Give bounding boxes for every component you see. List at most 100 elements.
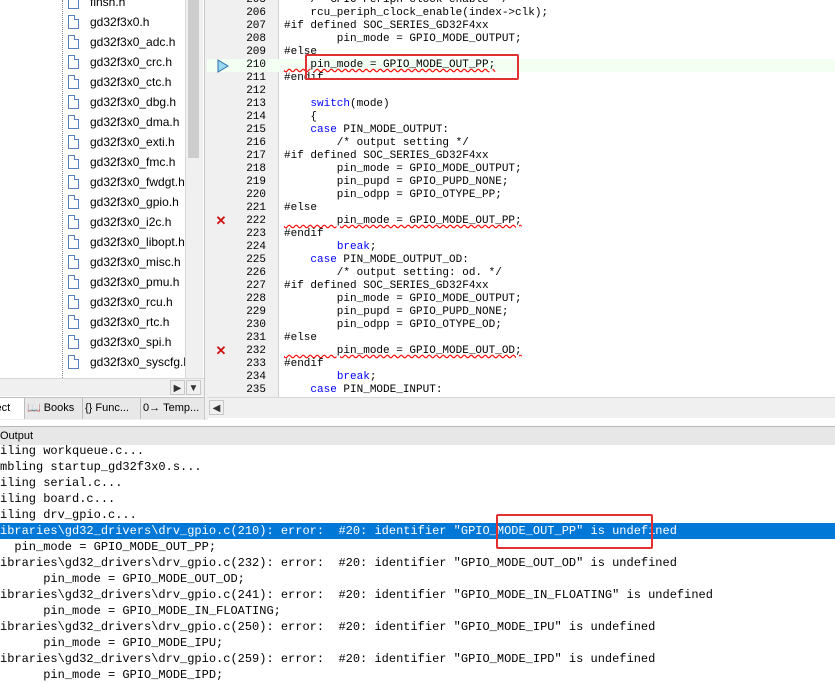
output-line[interactable]: pin_mode = GPIO_MODE_OUT_PP; [0,539,835,555]
output-line[interactable]: mbling startup_gd32f3x0.s... [0,459,835,475]
tree-item-file[interactable]: gd32f3x0_dbg.h [68,92,198,112]
code-line[interactable]: 232 pin_mode = GPIO_MODE_OUT_OD; [207,345,835,358]
tab-functions[interactable]: {} Func... [83,398,141,419]
tree-item-file[interactable]: gd32f3x0_crc.h [68,52,198,72]
code-line[interactable]: 220 pin_odpp = GPIO_OTYPE_PP; [207,189,835,202]
tree-item-file[interactable]: gd32f3x0_pmu.h [68,272,198,292]
code-text: switch(mode) [310,98,390,110]
code-text: pin_odpp = GPIO_OTYPE_PP; [284,189,502,201]
scroll-down-arrow-icon[interactable]: ▼ [186,380,201,395]
output-line[interactable]: pin_mode = GPIO_MODE_IN_FLOATING; [0,603,835,619]
code-line[interactable]: 231 #else [207,332,835,345]
line-number: 211 [246,72,266,84]
header-file-icon [68,0,79,9]
header-file-icon [68,255,79,269]
code-text: case PIN_MODE_INPUT: [310,384,443,396]
tree-item-file[interactable]: gd32f3x0_rtc.h [68,312,198,332]
scroll-right-arrow-icon[interactable]: ▶ [170,380,185,395]
line-number: 216 [246,137,266,149]
code-line[interactable]: 235 case PIN_MODE_INPUT: [207,384,835,397]
build-output[interactable]: iling workqueue.c... mbling startup_gd32f… [0,445,835,683]
output-line[interactable]: iling board.c... [0,491,835,507]
code-line[interactable]: 222 pin_mode = GPIO_MODE_OUT_PP; [207,215,835,228]
error-marker-icon: ✕ [215,213,227,228]
output-line[interactable]: ibraries\gd32_drivers\drv_gpio.c(241): e… [0,587,835,603]
line-number: 207 [246,20,266,32]
code-line[interactable]: 206 rcu_periph_clock_enable(index->clk); [207,7,835,20]
code-line[interactable]: 214 { [207,111,835,124]
code-line[interactable]: 216 /* output setting */ [207,137,835,150]
code-line[interactable]: 211 #endif [207,72,835,85]
code-text: pin_odpp = GPIO_OTYPE_OD; [284,319,502,331]
code-line[interactable]: 215 case PIN_MODE_OUTPUT: [207,124,835,137]
tree-item-file[interactable]: gd32f3x0.h [68,12,198,32]
tree-item-file[interactable]: gd32f3x0_syscfg.h [68,352,198,372]
tree-item-file[interactable]: gd32f3x0_ctc.h [68,72,198,92]
tree-item-file[interactable]: gd32f3x0_adc.h [68,32,198,52]
code-line[interactable]: 219 pin_pupd = GPIO_PUPD_NONE; [207,176,835,189]
editor-horizontal-scrollbar[interactable]: ◀ [207,397,835,418]
code-line[interactable]: 207 #if defined SOC_SERIES_GD32F4xx [207,20,835,33]
code-line[interactable]: 212 [207,85,835,98]
code-line[interactable]: 229 pin_pupd = GPIO_PUPD_NONE; [207,306,835,319]
code-line[interactable]: 228 pin_mode = GPIO_MODE_OUTPUT; [207,293,835,306]
output-line[interactable]: ibraries\gd32_drivers\drv_gpio.c(232): e… [0,555,835,571]
tree-item-file[interactable]: gd32f3x0_libopt.h [68,232,198,252]
code-line[interactable]: 226 /* output setting: od. */ [207,267,835,280]
code-line[interactable]: 213 switch(mode) [207,98,835,111]
code-text: pin_mode = GPIO_MODE_OUTPUT; [284,293,522,305]
code-line[interactable]: 234 break; [207,371,835,384]
line-number: 225 [246,254,266,266]
code-line[interactable]: 208 pin_mode = GPIO_MODE_OUTPUT; [207,33,835,46]
tree-item-file[interactable]: gd32f3x0_spi.h [68,332,198,352]
code-line[interactable]: 210 pin_mode = GPIO_MODE_OUT_PP; [207,59,835,72]
line-number: 210 [246,59,266,71]
code-line[interactable]: 205 /* GPIO Periph clock enable */ [207,0,835,7]
project-tree-horizontal-scrollbar[interactable]: ▶ ▼ [0,378,205,396]
project-tree-scroll-thumb[interactable] [188,0,199,158]
output-line[interactable]: iling workqueue.c... [0,445,835,459]
tree-item-file[interactable]: gd32f3x0_fwdgt.h [68,172,198,192]
tree-item-file[interactable]: gd32f3x0_fmc.h [68,152,198,172]
output-line[interactable]: ibraries\gd32_drivers\drv_gpio.c(250): e… [0,619,835,635]
tree-item-file[interactable]: gd32f3x0_misc.h [68,252,198,272]
output-line[interactable]: ibraries\gd32_drivers\drv_gpio.c(210): e… [0,523,835,539]
tab-project[interactable]: Project [0,398,25,419]
code-line[interactable]: 225 case PIN_MODE_OUTPUT_OD: [207,254,835,267]
code-text: case PIN_MODE_OUTPUT_OD: [310,254,469,266]
output-line[interactable]: iling serial.c... [0,475,835,491]
header-file-icon [68,335,79,349]
output-line[interactable]: iling drv_gpio.c... [0,507,835,523]
line-number: 228 [246,293,266,305]
tree-item-file[interactable]: gd32f3x0_gpio.h [68,192,198,212]
line-number: 217 [246,150,266,162]
project-tree[interactable]: finsh.h gd32f3x0.h gd32f3x0_adc.h gd32f3x0_… [0,0,205,378]
scroll-left-arrow-icon[interactable]: ◀ [209,400,224,415]
output-line[interactable]: pin_mode = GPIO_MODE_IPD; [0,667,835,683]
output-line[interactable]: pin_mode = GPIO_MODE_IPU; [0,635,835,651]
code-line[interactable]: 209 #else [207,46,835,59]
code-line[interactable]: 230 pin_odpp = GPIO_OTYPE_OD; [207,319,835,332]
code-line[interactable]: 224 break; [207,241,835,254]
tab-books[interactable]: 📖 Books [25,398,83,419]
code-text: break; [336,371,377,383]
templates-icon: 0→ [143,402,161,414]
code-line[interactable]: 218 pin_mode = GPIO_MODE_OUTPUT; [207,163,835,176]
output-line[interactable]: ibraries\gd32_drivers\drv_gpio.c(259): e… [0,651,835,667]
tree-item-file[interactable]: finsh.h [68,0,198,12]
tree-item-file[interactable]: gd32f3x0_rcu.h [68,292,198,312]
output-line[interactable]: pin_mode = GPIO_MODE_OUT_OD; [0,571,835,587]
error-marker-icon: ✕ [215,343,227,358]
code-line[interactable]: 223 #endif [207,228,835,241]
code-line[interactable]: 233 #endif [207,358,835,371]
tree-item-file[interactable]: gd32f3x0_dma.h [68,112,198,132]
line-number: 233 [246,358,266,370]
code-line[interactable]: 217 #if defined SOC_SERIES_GD32F4xx [207,150,835,163]
tree-item-label: gd32f3x0_fmc.h [90,155,176,169]
tree-item-file[interactable]: gd32f3x0_i2c.h [68,212,198,232]
code-line[interactable]: 221 #else [207,202,835,215]
tab-templates[interactable]: 0→ Temp... [141,398,206,419]
tree-item-file[interactable]: gd32f3x0_exti.h [68,132,198,152]
code-line[interactable]: 227 #if defined SOC_SERIES_GD32F4xx [207,280,835,293]
line-number: 220 [246,189,266,201]
